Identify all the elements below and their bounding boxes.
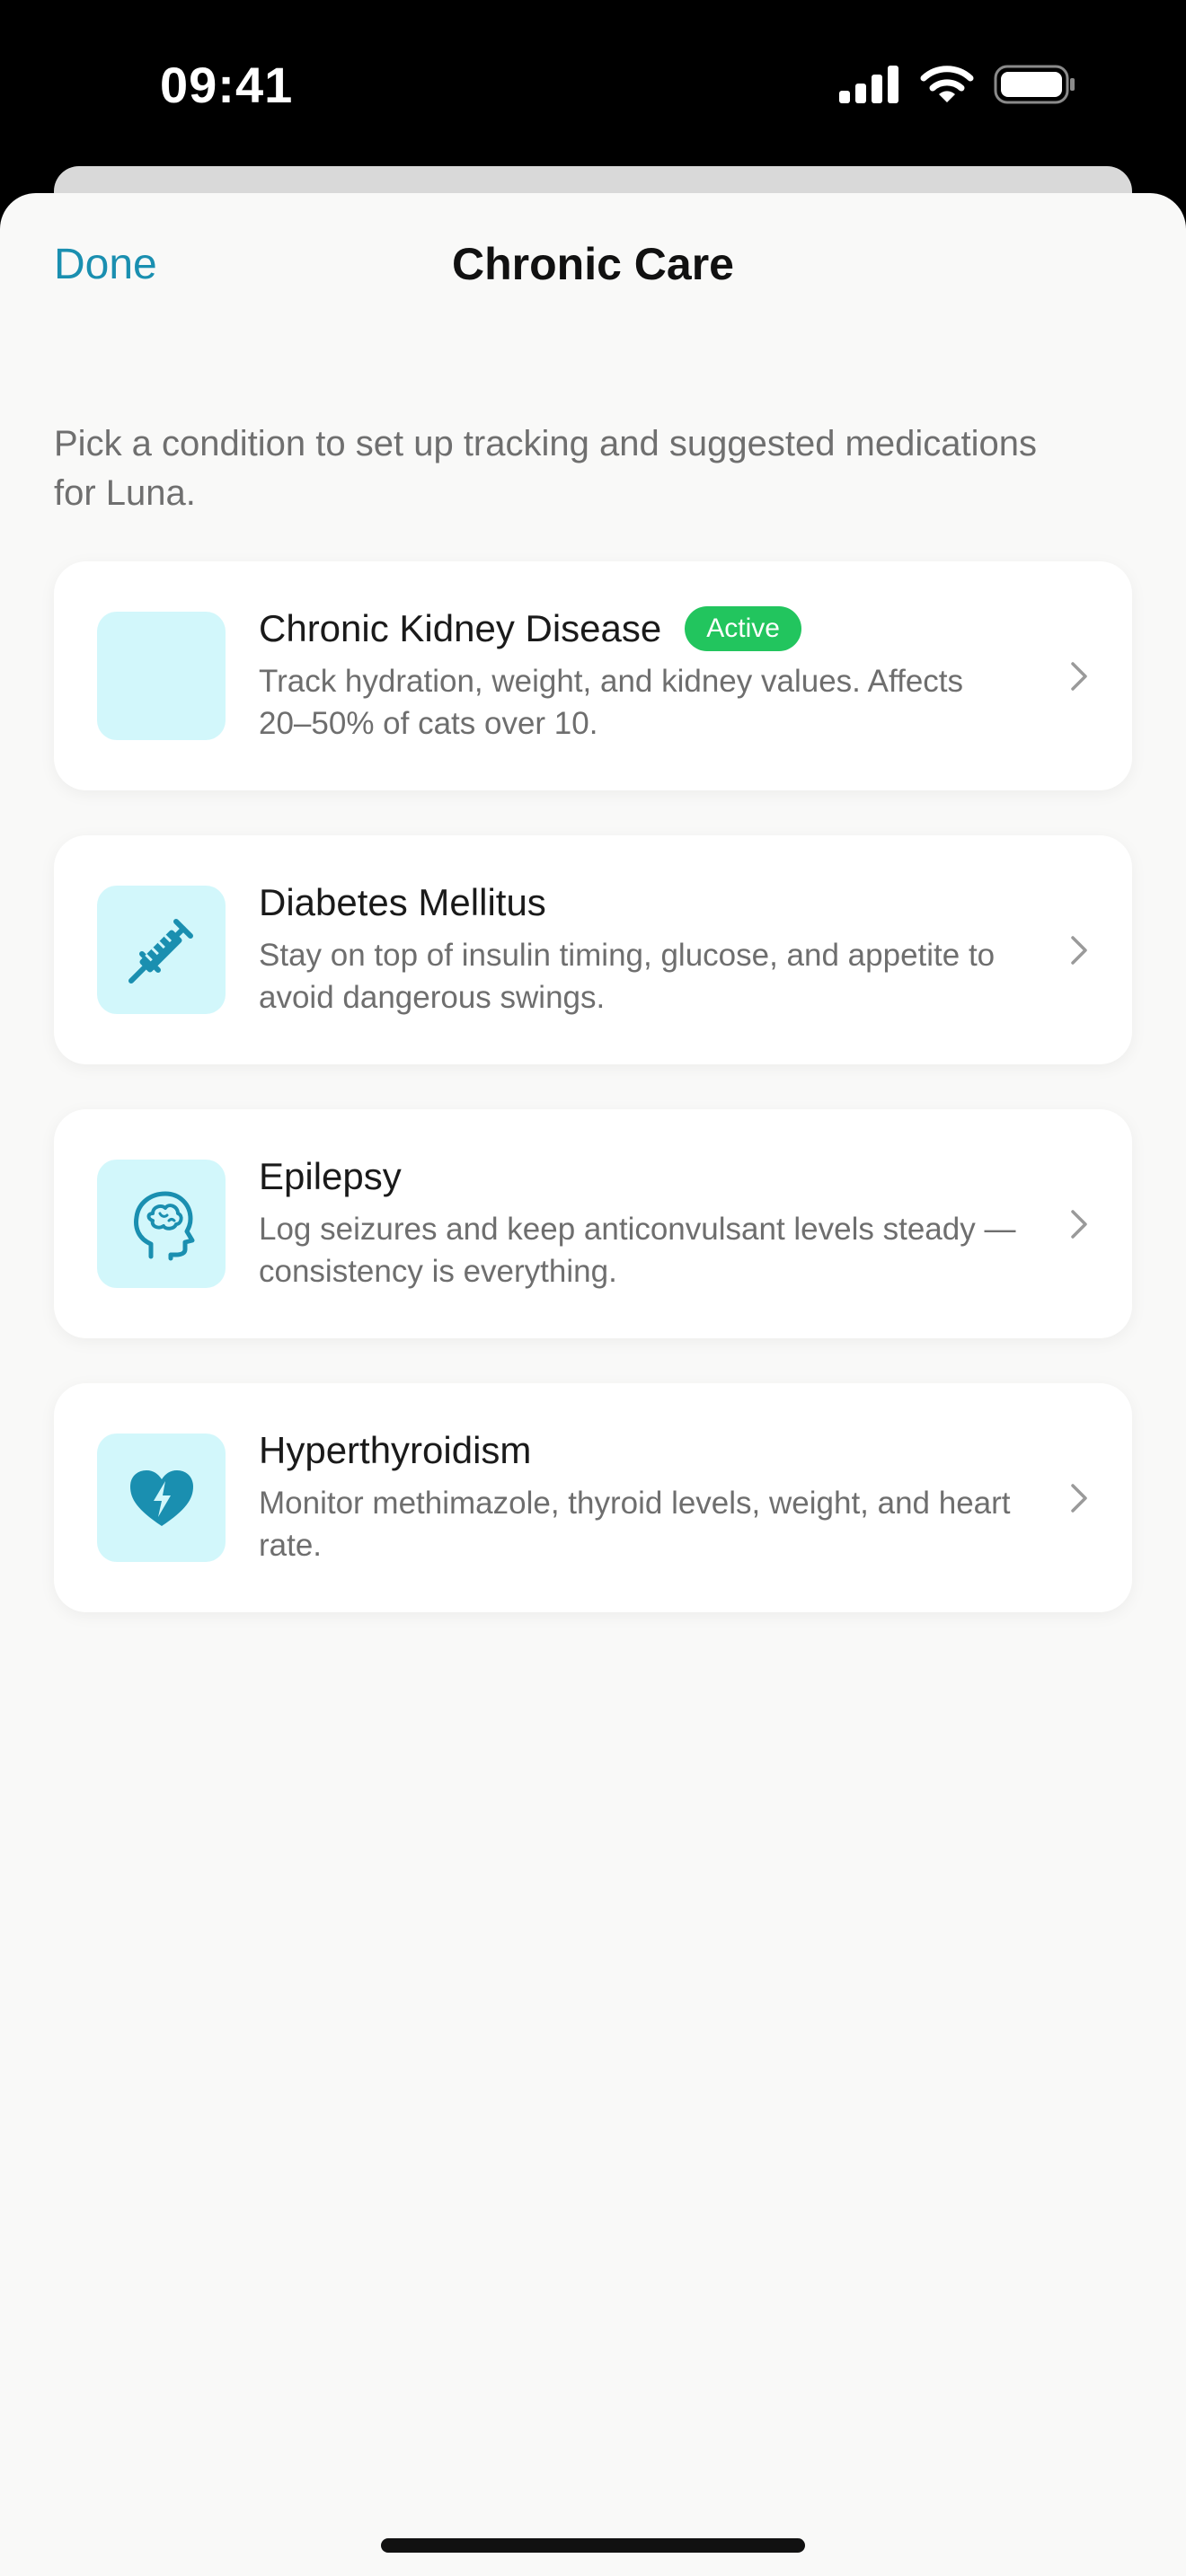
condition-title: Chronic Kidney Disease bbox=[259, 607, 662, 649]
condition-icon-tile bbox=[97, 612, 226, 740]
status-time: 09:41 bbox=[160, 57, 294, 113]
condition-icon-tile bbox=[97, 1434, 226, 1562]
brain-head-icon bbox=[133, 1191, 194, 1260]
page-title: Chronic Care bbox=[452, 239, 734, 289]
navigation-bar: Done Chronic Care bbox=[0, 193, 1186, 346]
wifi-icon bbox=[920, 66, 974, 102]
cellular-signal-icon bbox=[839, 66, 898, 103]
syringe-icon bbox=[128, 918, 193, 984]
chevron-right-icon bbox=[1071, 1210, 1087, 1239]
condition-title: Hyperthyroidism bbox=[259, 1429, 532, 1471]
chevron-right-icon bbox=[1071, 662, 1087, 691]
condition-icon-tile bbox=[97, 886, 226, 1014]
chevron-right-icon bbox=[1071, 936, 1087, 965]
condition-card-chronic-kidney-disease[interactable]: Chronic Kidney Disease Active Track hydr… bbox=[54, 561, 1132, 790]
chevron-right-icon bbox=[1071, 1484, 1087, 1513]
chronic-care-sheet: Done Chronic Care Pick a condition to se… bbox=[0, 193, 1186, 2576]
condition-title: Diabetes Mellitus bbox=[259, 881, 546, 923]
heart-bolt-icon bbox=[129, 1469, 193, 1526]
condition-description: Track hydration, weight, and kidney valu… bbox=[259, 664, 964, 741]
condition-icon-tile bbox=[97, 1160, 226, 1288]
condition-card-epilepsy[interactable]: Epilepsy Log seizures and keep anticonvu… bbox=[54, 1109, 1132, 1338]
condition-description: Log seizures and keep anticonvulsant lev… bbox=[259, 1212, 1016, 1289]
condition-title: Epilepsy bbox=[259, 1155, 402, 1197]
home-indicator[interactable] bbox=[381, 2538, 805, 2553]
condition-description: Stay on top of insulin timing, glucose, … bbox=[259, 938, 996, 1015]
condition-card-hyperthyroidism[interactable]: Hyperthyroidism Monitor methimazole, thy… bbox=[54, 1383, 1132, 1612]
battery-icon bbox=[994, 65, 1075, 104]
condition-card-diabetes-mellitus[interactable]: Diabetes Mellitus Stay on top of insulin… bbox=[54, 835, 1132, 1064]
status-bar: 09:41 bbox=[0, 0, 1186, 171]
status-badge: Active bbox=[685, 606, 801, 651]
status-icons bbox=[839, 65, 1076, 104]
condition-description: Monitor methimazole, thyroid levels, wei… bbox=[259, 1486, 1011, 1563]
intro-text: Pick a condition to set up tracking and … bbox=[54, 424, 1037, 513]
condition-list: Chronic Kidney Disease Active Track hydr… bbox=[54, 561, 1132, 1657]
